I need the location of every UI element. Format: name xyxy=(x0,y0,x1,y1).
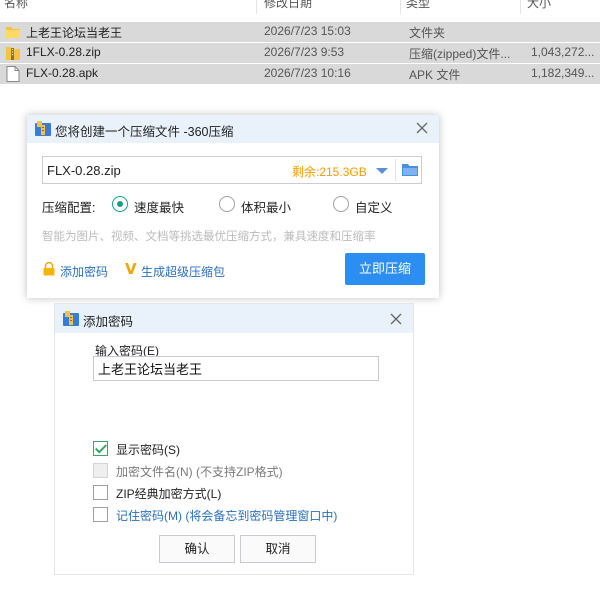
zip-icon xyxy=(6,47,20,60)
file-row[interactable]: 上老王论坛当老王 2026/7/23 15:03 文件夹 xyxy=(0,22,600,42)
column-divider[interactable] xyxy=(400,0,401,14)
checkbox-icon xyxy=(93,441,108,456)
file-row[interactable]: 1FLX-0.28.zip 2026/7/23 9:53 压缩(zipped)文… xyxy=(0,43,600,63)
cancel-button[interactable]: 取消 xyxy=(240,535,316,563)
archive-filename: FLX-0.28.zip xyxy=(47,163,121,178)
archive-path-field[interactable]: FLX-0.28.zip 剩余:215.3GB xyxy=(42,156,422,184)
checkbox-label: 记住密码(M) (将会备忘到密码管理窗口中) xyxy=(116,509,338,523)
checkbox-label: 显示密码(S) xyxy=(116,443,180,457)
radio-label: 自定义 xyxy=(355,201,393,215)
checkbox-icon xyxy=(93,485,108,500)
column-divider[interactable] xyxy=(520,0,521,14)
free-space-label: 剩余:215.3GB xyxy=(292,165,367,179)
radio-label: 体积最小 xyxy=(241,201,292,215)
close-icon[interactable] xyxy=(387,310,405,328)
create-super-archive-label: 生成超级压缩包 xyxy=(141,265,226,279)
radio-button-icon xyxy=(333,196,349,212)
file-row[interactable]: FLX-0.28.apk 2026/7/23 10:16 APK 文件 1,18… xyxy=(0,64,600,84)
password-dialog-titlebar[interactable]: 添加密码 xyxy=(55,304,413,333)
file-name: 1FLX-0.28.zip xyxy=(26,45,101,59)
compress-hint-text: 智能为图片、视频、文档等挑选最优压缩方式，兼具速度和压缩率 xyxy=(42,231,376,243)
lock-icon xyxy=(43,262,55,276)
360zip-app-icon xyxy=(63,311,79,326)
folder-icon xyxy=(6,27,20,38)
folder-icon xyxy=(402,164,418,176)
close-icon[interactable] xyxy=(413,119,431,137)
compress-now-button[interactable]: 立即压缩 xyxy=(345,253,425,285)
360zip-app-icon xyxy=(35,121,51,136)
file-name: 上老王论坛当老王 xyxy=(26,26,123,40)
vip-v-icon: V xyxy=(125,260,137,278)
checkbox-icon xyxy=(93,463,108,478)
radio-label: 速度最快 xyxy=(134,201,185,215)
checkbox-label: 加密文件名(N) (不支持ZIP格式) xyxy=(116,465,283,479)
confirm-button[interactable]: 确认 xyxy=(159,535,235,563)
checkbox-label: ZIP经典加密方式(L) xyxy=(116,487,222,501)
file-icon xyxy=(6,66,20,82)
file-date: 2026/7/23 9:53 xyxy=(264,45,345,59)
file-type: APK 文件 xyxy=(409,68,461,82)
file-name: FLX-0.28.apk xyxy=(26,66,99,80)
column-header-type[interactable]: 类型 xyxy=(406,0,430,12)
file-date: 2026/7/23 10:16 xyxy=(264,66,351,80)
file-size: 1,043,272... xyxy=(531,45,595,59)
chevron-down-icon[interactable] xyxy=(376,168,388,174)
column-header-name[interactable]: 名称 xyxy=(4,0,28,12)
file-type: 文件夹 xyxy=(409,26,446,40)
compress-dialog: 您将创建一个压缩文件 -360压缩 FLX-0.28.zip 剩余:215.3G… xyxy=(27,115,439,298)
compress-dialog-titlebar[interactable]: 您将创建一个压缩文件 -360压缩 xyxy=(27,115,439,143)
file-size: 1,182,349... xyxy=(531,66,595,80)
file-type: 压缩(zipped)文件... xyxy=(409,47,511,61)
radio-button-icon xyxy=(112,196,128,212)
file-explorer: 名称 修改日期 类型 大小 上老王论坛当老王 2026/7/23 15:03 文… xyxy=(0,0,607,90)
file-date: 2026/7/23 15:03 xyxy=(264,24,351,38)
radio-button-icon xyxy=(219,196,235,212)
add-password-dialog: 添加密码 输入密码(E) 显示密码(S) 加密文件名(N) (不支持ZIP格式)… xyxy=(54,303,414,575)
password-dialog-title: 添加密码 xyxy=(83,315,134,329)
checkbox-icon xyxy=(93,507,108,522)
column-header-date[interactable]: 修改日期 xyxy=(264,0,312,12)
add-password-label: 添加密码 xyxy=(60,265,109,279)
browse-folder-button[interactable] xyxy=(395,159,421,181)
compress-dialog-title: 您将创建一个压缩文件 -360压缩 xyxy=(55,125,234,139)
password-input[interactable] xyxy=(93,356,379,381)
column-header-size[interactable]: 大小 xyxy=(527,0,551,12)
column-divider[interactable] xyxy=(256,0,257,14)
compress-config-label: 压缩配置: xyxy=(42,201,96,215)
